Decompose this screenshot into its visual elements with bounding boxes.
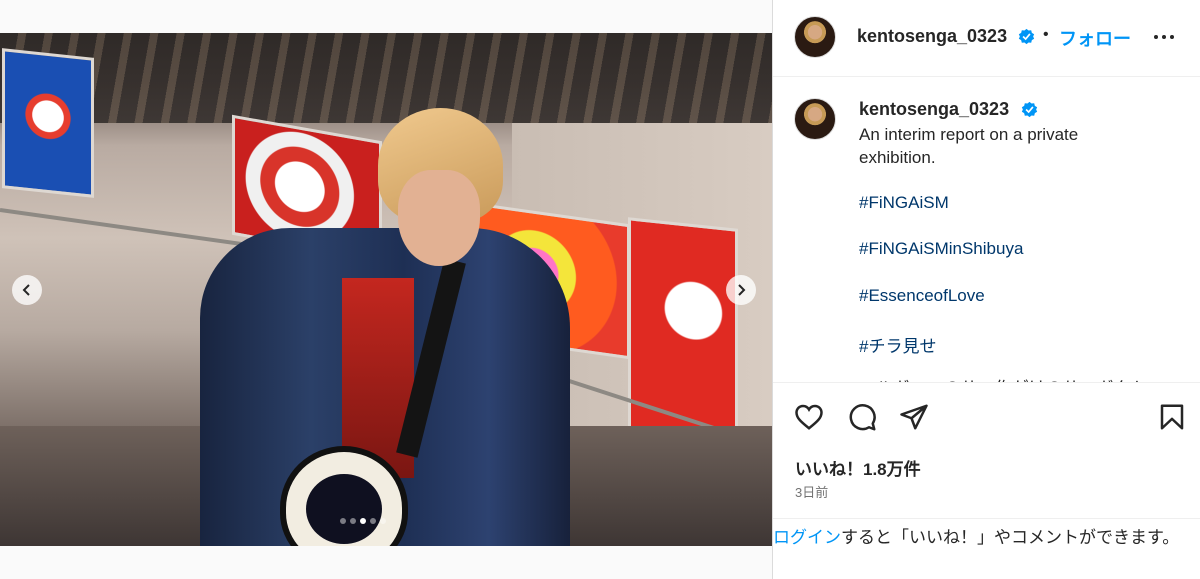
chevron-left-icon (22, 284, 30, 296)
person (200, 108, 570, 546)
hashtag-link[interactable]: #FiNGAiSMinShibuya (859, 239, 1023, 259)
login-prompt-text: すると「いいね！」やコメントができます。 (841, 528, 1180, 547)
comment-icon[interactable] (847, 402, 877, 432)
verified-badge-icon (1018, 28, 1035, 45)
post-header: kentosenga_0323 • フォロー (773, 0, 1200, 77)
bookmark-icon[interactable] (1157, 402, 1187, 432)
post-date[interactable]: 3日前 (795, 482, 828, 501)
carousel-dot (370, 518, 376, 524)
carousel-dot (360, 518, 366, 524)
caption-username-link[interactable]: kentosenga_0323 (859, 99, 1009, 120)
login-prompt: ログインすると「いいね！」やコメントができます。 (773, 518, 1200, 579)
post-photo[interactable] (0, 33, 772, 546)
caption-truncated-line: …ルガ…ーのサ…作がけのサ…ガクト (859, 374, 1159, 382)
media-pane (0, 0, 772, 579)
avatar[interactable] (794, 16, 836, 58)
action-bar (773, 384, 1200, 454)
likes-count[interactable]: いいね！1.8万件 (795, 455, 921, 480)
username-link[interactable]: kentosenga_0323 (857, 26, 1007, 47)
previous-slide-button[interactable] (12, 275, 42, 305)
more-options-icon[interactable] (1154, 30, 1182, 44)
hashtag-link[interactable]: #EssenceofLove (859, 286, 985, 306)
follow-button[interactable]: フォロー (1059, 25, 1131, 51)
caption-avatar[interactable] (794, 98, 836, 140)
bag-character-face (306, 474, 382, 544)
post-side-panel: kentosenga_0323 • フォロー kentosenga_0323 A… (772, 0, 1200, 579)
chevron-right-icon (738, 284, 746, 296)
verified-badge-icon (1021, 101, 1038, 118)
artwork-4 (628, 217, 738, 444)
caption-text: An interim report on a private exhibitio… (859, 125, 1079, 167)
heart-icon[interactable] (794, 402, 824, 432)
carousel-indicator (340, 518, 386, 524)
artwork-1 (2, 48, 94, 198)
next-slide-button[interactable] (726, 275, 756, 305)
share-icon[interactable] (899, 402, 929, 432)
login-link[interactable]: ログイン (773, 528, 841, 547)
hashtag-link[interactable]: #FiNGAiSM (859, 193, 949, 213)
carousel-dot (350, 518, 356, 524)
caption-area[interactable]: kentosenga_0323 An interim report on a p… (773, 78, 1200, 383)
face (398, 170, 480, 266)
carousel-dot (380, 518, 386, 524)
separator-dot: • (1043, 26, 1049, 43)
hashtag-link[interactable]: #チラ見せ (859, 332, 936, 357)
carousel-dot (340, 518, 346, 524)
